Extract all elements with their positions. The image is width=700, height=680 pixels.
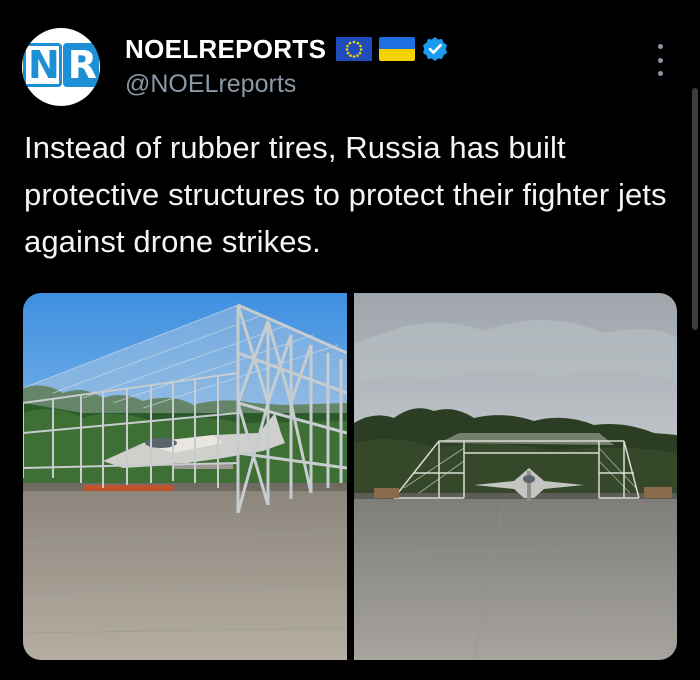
- photo-right[interactable]: [354, 293, 677, 660]
- eu-flag-icon: [336, 37, 373, 61]
- media-grid: [23, 293, 677, 660]
- avatar[interactable]: NR: [22, 28, 100, 106]
- avatar-letter-n: N: [22, 43, 62, 87]
- media-divider: [347, 293, 354, 660]
- avatar-logo: NR: [22, 43, 100, 87]
- author-handle[interactable]: @NOELreports: [125, 70, 296, 99]
- author-name-row: NOELREPORTS: [125, 33, 448, 65]
- display-name[interactable]: NOELREPORTS: [125, 34, 326, 65]
- scrollbar[interactable]: [692, 88, 698, 330]
- verified-icon[interactable]: [422, 36, 448, 62]
- tweet-text: Instead of rubber tires, Russia has buil…: [24, 130, 667, 259]
- ukraine-flag-icon: [379, 37, 416, 61]
- more-options-icon[interactable]: [652, 44, 668, 76]
- photo-left[interactable]: [23, 293, 347, 660]
- avatar-letter-r: R: [62, 43, 100, 87]
